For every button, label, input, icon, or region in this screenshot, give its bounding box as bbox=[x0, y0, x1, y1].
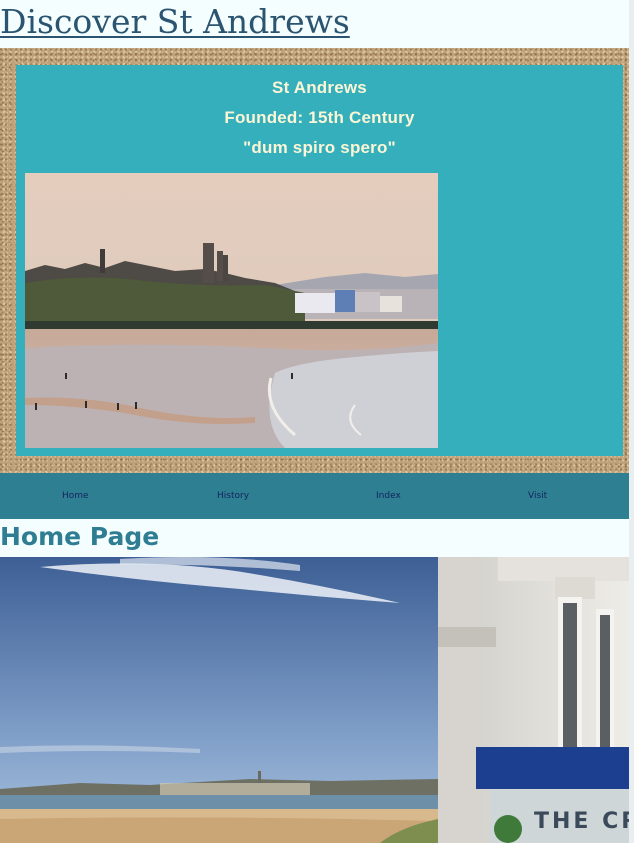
home-gallery: THE CRYS bbox=[0, 557, 629, 843]
nav-link-visit[interactable]: Visit bbox=[528, 491, 547, 501]
hero-sand-frame: St Andrews Founded: 15th Century "dum sp… bbox=[0, 48, 629, 473]
site-title-link[interactable]: Discover St Andrews bbox=[0, 2, 350, 48]
gallery-images bbox=[0, 557, 629, 843]
hero-panel: St Andrews Founded: 15th Century "dum sp… bbox=[16, 65, 623, 456]
nav-link-home[interactable]: Home bbox=[62, 491, 89, 501]
nav-link-index[interactable]: Index bbox=[376, 491, 401, 501]
main-nav: Home History Index Visit bbox=[0, 473, 629, 519]
hero-founded: Founded: 15th Century bbox=[224, 108, 415, 127]
hero-beach-photo bbox=[25, 173, 438, 448]
scrollbar-track[interactable] bbox=[629, 0, 634, 843]
nav-link-history[interactable]: History bbox=[217, 491, 249, 501]
storefront-sign-text: THE CRYS bbox=[534, 809, 629, 834]
hero-town-name: St Andrews bbox=[272, 78, 367, 97]
page-heading: Home Page bbox=[0, 522, 160, 551]
hero-motto: "dum spiro spero" bbox=[243, 138, 396, 157]
